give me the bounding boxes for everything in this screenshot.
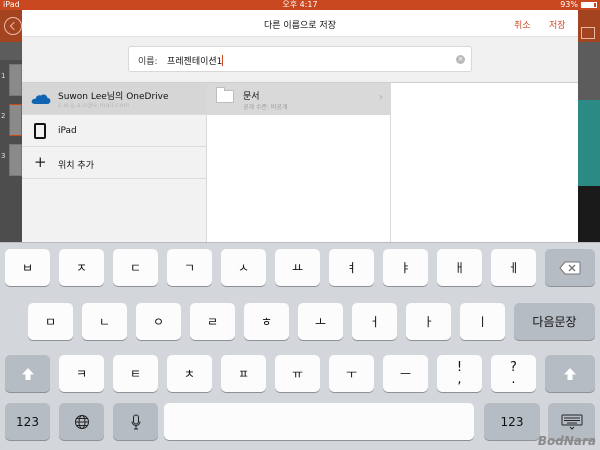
folder-visibility: 공개 수준: 비공개 [243, 104, 288, 111]
location-onedrive[interactable]: Suwon Lee님의 OneDrive s.w.g.a.n@e.mail.co… [22, 83, 207, 115]
dialog-title: 다른 이름으로 저장 [264, 21, 336, 31]
globe-key[interactable] [59, 403, 104, 440]
key[interactable]: ㅂ [5, 249, 50, 286]
key[interactable]: ㅗ [298, 303, 343, 340]
number-key-right[interactable]: 123 [484, 403, 540, 440]
backspace-icon [559, 261, 581, 274]
slide-thumbnail[interactable] [9, 144, 22, 176]
folders-column: 문서 공개 수준: 비공개 › [207, 83, 391, 250]
save-as-dialog: 다른 이름으로 저장 취소 저장 이름: 프레젠테이션1 × Suwon Lee… [22, 10, 578, 250]
shift-key-left[interactable] [5, 355, 50, 392]
location-ipad[interactable]: iPad [22, 115, 207, 147]
status-bar: iPad 오후 4:17 93% [0, 0, 600, 10]
save-button[interactable]: 저장 [549, 18, 566, 31]
key[interactable]: ㅈ [59, 249, 104, 286]
onscreen-keyboard: ㅂ ㅈ ㄷ ㄱ ㅅ ㅛ ㅕ ㅑ ㅐ ㅔ ㅁ ㄴ ㅇ ㄹ ㅎ ㅗ ㅓ ㅏ ㅣ 다음… [0, 242, 600, 450]
onedrive-icon [31, 94, 51, 104]
filename-value: 프레젠테이션1 [167, 57, 223, 67]
dialog-header: 다른 이름으로 저장 취소 저장 [22, 10, 578, 37]
key[interactable]: ㅓ [352, 303, 397, 340]
key[interactable]: ㅌ [113, 355, 158, 392]
clock: 오후 4:17 [282, 0, 318, 9]
cancel-button[interactable]: 취소 [514, 18, 531, 31]
shift-icon [21, 367, 34, 380]
key[interactable]: ㅠ [275, 355, 320, 392]
key[interactable]: ㅡ [383, 355, 428, 392]
key[interactable]: ㅜ [329, 355, 374, 392]
exclamation-key[interactable]: !, [437, 355, 482, 392]
folder-item-documents[interactable]: 문서 공개 수준: 비공개 › [207, 83, 391, 115]
key[interactable]: ㅛ [275, 249, 320, 286]
return-key[interactable]: 다음문장 [514, 303, 595, 340]
locations-column: Suwon Lee님의 OneDrive s.w.g.a.n@e.mail.co… [22, 83, 207, 250]
key[interactable]: ㄴ [82, 303, 127, 340]
space-key[interactable] [164, 403, 474, 440]
slide-preview [578, 100, 600, 250]
key[interactable]: ㅋ [59, 355, 104, 392]
key[interactable]: ㅐ [437, 249, 482, 286]
shift-key-right[interactable] [545, 355, 595, 392]
key[interactable]: ㅣ [460, 303, 505, 340]
contents-column [391, 83, 578, 250]
key[interactable]: ㅅ [221, 249, 266, 286]
location-title: 위치 추가 [58, 161, 94, 171]
keyboard-hide-icon [561, 414, 582, 430]
key[interactable]: ㅑ [383, 249, 428, 286]
present-icon[interactable] [581, 27, 595, 39]
key[interactable]: ㅏ [406, 303, 451, 340]
key-bottom-char: . [511, 371, 516, 387]
key[interactable]: ㅁ [28, 303, 73, 340]
key[interactable]: ㄹ [190, 303, 235, 340]
globe-icon [74, 414, 89, 429]
backspace-key[interactable] [545, 249, 595, 286]
number-key-left[interactable]: 123 [5, 403, 50, 440]
battery-percent: 93% [560, 0, 578, 9]
key[interactable]: ㅊ [167, 355, 212, 392]
filename-input[interactable]: 이름: 프레젠테이션1 × [128, 46, 472, 72]
key[interactable]: ㅍ [221, 355, 266, 392]
microphone-icon [131, 414, 140, 429]
shift-icon [564, 367, 576, 380]
folder-icon [216, 87, 234, 103]
slide-thumbnails: 1 2 3 [0, 60, 22, 250]
question-key[interactable]: ?. [491, 355, 536, 392]
watermark: BodNara [537, 434, 596, 448]
clear-text-icon[interactable]: × [456, 55, 465, 64]
location-title: Suwon Lee님의 OneDrive [58, 92, 169, 102]
location-account: s.w.g.a.n@e.mail.com [58, 102, 130, 109]
key[interactable]: ㅎ [244, 303, 289, 340]
slide-thumbnail[interactable] [9, 104, 22, 136]
filename-label: 이름: [138, 57, 158, 67]
folder-name: 문서 [243, 92, 260, 102]
add-location-button[interactable]: + 위치 추가 [22, 147, 207, 179]
text-caret [222, 55, 224, 66]
back-icon[interactable] [4, 17, 22, 35]
dictation-key[interactable] [113, 403, 158, 440]
key-bottom-char: , [457, 371, 462, 387]
key[interactable]: ㅇ [136, 303, 181, 340]
filename-area: 이름: 프레젠테이션1 × [22, 37, 578, 83]
location-title: iPad [58, 126, 77, 136]
chevron-right-icon: › [379, 92, 383, 103]
key[interactable]: ㅕ [329, 249, 374, 286]
slide-thumbnail[interactable] [9, 64, 22, 96]
key[interactable]: ㄱ [167, 249, 212, 286]
plus-icon: + [34, 153, 47, 171]
ipad-icon [34, 123, 46, 139]
key[interactable]: ㄷ [113, 249, 158, 286]
battery-icon [581, 2, 597, 8]
key[interactable]: ㅔ [491, 249, 536, 286]
